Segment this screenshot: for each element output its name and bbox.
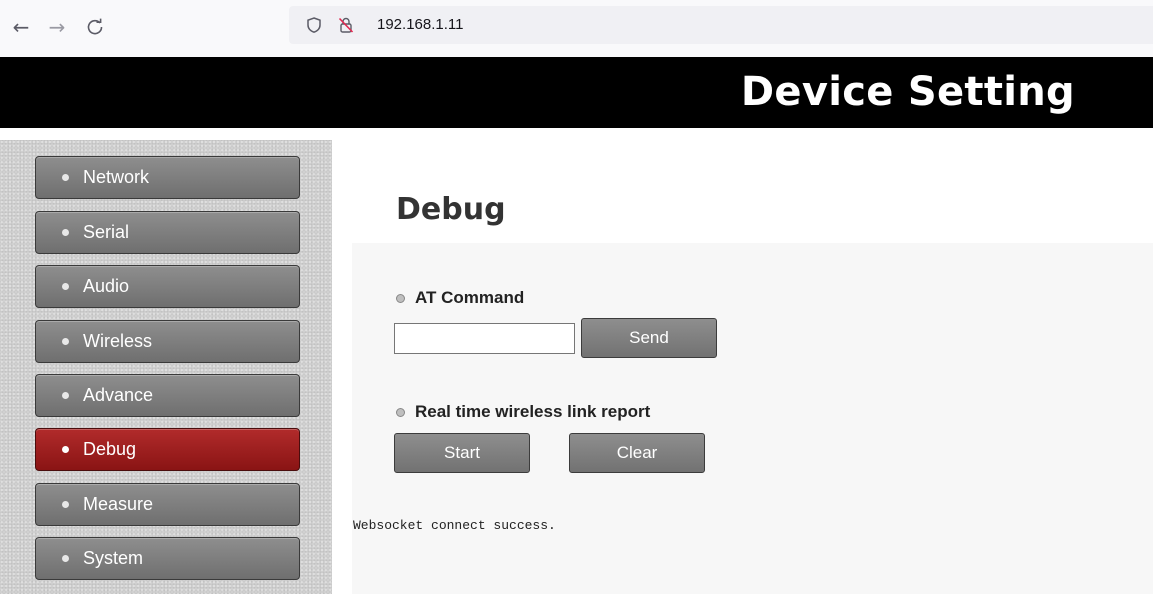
sidebar-item-label: Network xyxy=(83,167,150,187)
page-header-title: Device Setting xyxy=(740,69,1075,115)
sidebar-item-label: Advance xyxy=(83,385,154,405)
sidebar-item-label: Debug xyxy=(83,439,137,459)
sidebar-item-network[interactable]: Network xyxy=(35,156,300,199)
insecure-lock-icon[interactable] xyxy=(337,16,355,34)
log-output: Websocket connect success. xyxy=(353,518,556,533)
sidebar-item-label: Wireless xyxy=(83,331,153,351)
sidebar-item-label: Serial xyxy=(83,222,130,242)
report-label: Real time wireless link report xyxy=(415,402,651,421)
address-bar[interactable]: 192.168.1.11 xyxy=(289,6,1153,44)
sidebar-item-debug[interactable]: Debug xyxy=(35,428,300,471)
sidebar-item-label: Measure xyxy=(83,494,154,514)
page-header: Device Setting xyxy=(0,57,1153,128)
bullet-icon xyxy=(62,392,69,399)
sidebar-item-audio[interactable]: Audio xyxy=(35,265,300,308)
at-command-input[interactable] xyxy=(394,323,575,354)
reload-arrow-icon xyxy=(87,18,103,35)
sidebar-item-system[interactable]: System xyxy=(35,537,300,580)
bullet-icon xyxy=(62,446,69,453)
report-heading: Real time wireless link report xyxy=(396,402,650,422)
sidebar-item-label: Audio xyxy=(83,276,130,296)
clear-button[interactable]: Clear xyxy=(569,433,705,473)
page-title: Debug xyxy=(396,192,506,227)
shield-icon[interactable] xyxy=(305,16,323,34)
at-command-label: AT Command xyxy=(415,288,525,307)
bullet-icon xyxy=(396,407,405,417)
sidebar-item-advance[interactable]: Advance xyxy=(35,374,300,417)
browser-toolbar: ← → 192.168.1.11 xyxy=(0,0,1153,57)
bullet-icon xyxy=(62,283,69,290)
sidebar-item-serial[interactable]: Serial xyxy=(35,211,300,254)
url-text[interactable]: 192.168.1.11 xyxy=(377,16,463,33)
bullet-icon xyxy=(396,293,405,303)
send-button[interactable]: Send xyxy=(581,318,717,358)
bullet-icon xyxy=(62,229,69,236)
start-button[interactable]: Start xyxy=(394,433,530,473)
bullet-icon xyxy=(62,501,69,508)
reload-icon[interactable] xyxy=(82,14,108,40)
bullet-icon xyxy=(62,555,69,562)
sidebar-item-measure[interactable]: Measure xyxy=(35,483,300,526)
forward-arrow-icon[interactable]: → xyxy=(44,14,70,40)
at-command-heading: AT Command xyxy=(396,288,524,308)
sidebar-item-wireless[interactable]: Wireless xyxy=(35,320,300,363)
back-arrow-icon[interactable]: ← xyxy=(8,14,34,40)
sidebar-item-label: System xyxy=(83,548,144,568)
bullet-icon xyxy=(62,174,69,181)
bullet-icon xyxy=(62,338,69,345)
